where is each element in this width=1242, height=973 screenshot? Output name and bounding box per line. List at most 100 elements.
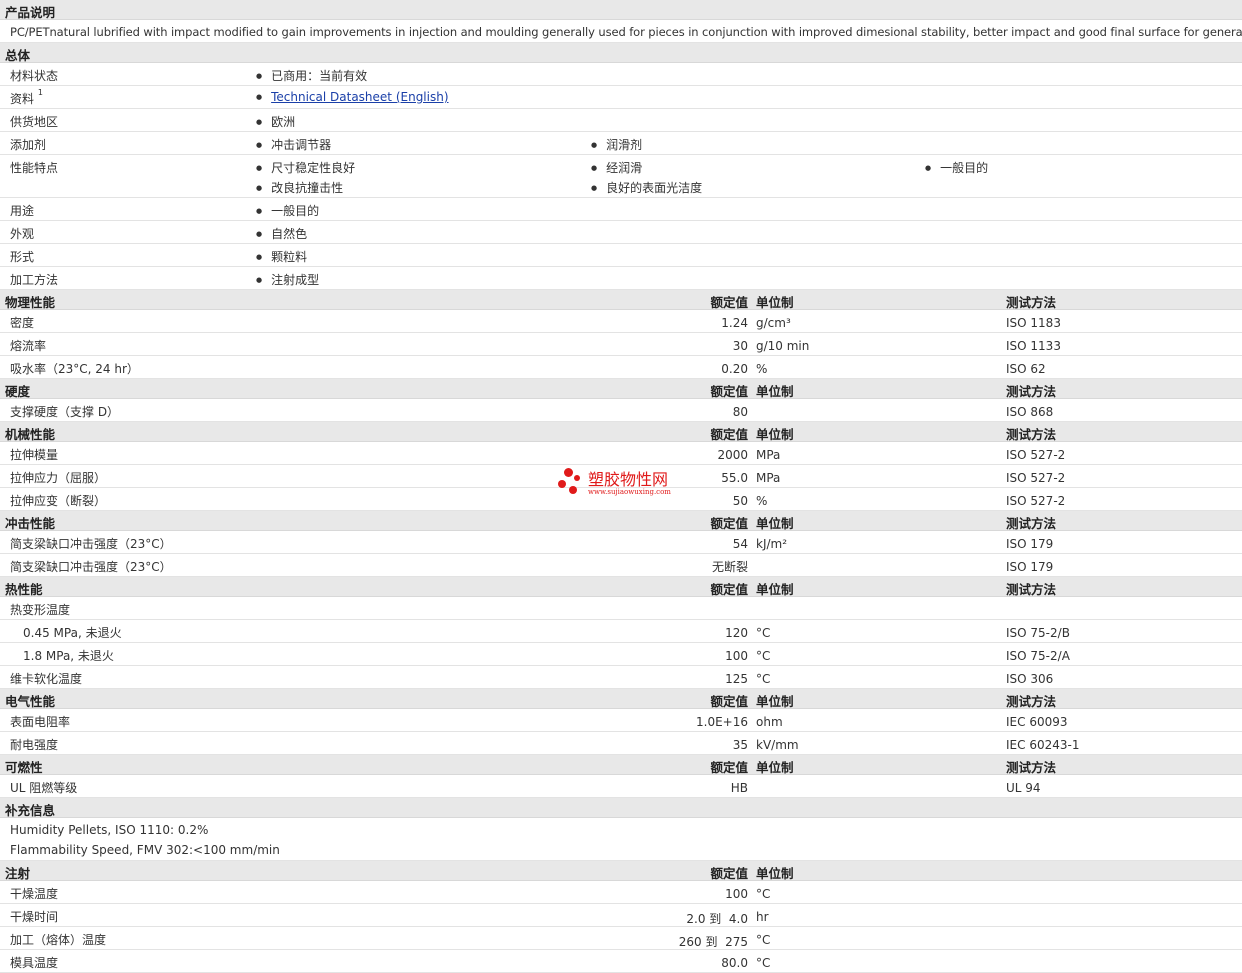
row-label: 用途 xyxy=(10,204,35,218)
section-title: 物理性能 xyxy=(5,295,56,310)
section-title: 注射 xyxy=(5,866,31,881)
property-row: 熔流率 30 g/10 min ISO 1133 xyxy=(0,333,1242,356)
property-row: 0.45 MPa, 未退火 120 °C ISO 75-2/B xyxy=(0,620,1242,643)
row-label: 供货地区 xyxy=(10,115,59,129)
datasheet-link[interactable]: Technical Datasheet (English) xyxy=(271,90,448,104)
feature-item: 一般目的 xyxy=(925,159,988,176)
property-value: 35 xyxy=(732,738,748,752)
general-row-features: 性能特点 尺寸稳定性良好 经润滑 一般目的 改良抗撞击性 良好的表面光洁度 xyxy=(0,155,1242,198)
section-title: 热性能 xyxy=(5,582,43,597)
property-unit: °C xyxy=(756,887,771,901)
header-unit: 单位制 xyxy=(756,694,794,709)
general-row-status: 材料状态 已商用：当前有效 xyxy=(0,63,1242,86)
material-status: 已商用：当前有效 xyxy=(256,67,367,84)
property-test: IEC 60093 xyxy=(1006,715,1068,729)
header-unit: 单位制 xyxy=(756,427,794,442)
feature-item: 经润滑 xyxy=(591,159,642,176)
header-test: 测试方法 xyxy=(1006,760,1057,775)
watermark-dot xyxy=(558,480,566,488)
property-row: 1.8 MPa, 未退火 100 °C ISO 75-2/A xyxy=(0,643,1242,666)
header-unit: 单位制 xyxy=(756,516,794,531)
header-test: 测试方法 xyxy=(1006,295,1057,310)
header-unit: 单位制 xyxy=(756,866,794,881)
property-label: 耐电强度 xyxy=(10,738,59,752)
general-row-use: 用途 一般目的 xyxy=(0,198,1242,221)
property-row: 维卡软化温度 125 °C ISO 306 xyxy=(0,666,1242,689)
property-value: 54 xyxy=(732,537,748,551)
row-label: 形式 xyxy=(10,250,35,264)
section-mechanical: 机械性能 额定值 单位制 测试方法 xyxy=(0,422,1242,442)
property-value: 1.0E+16 xyxy=(696,715,748,729)
row-label: 性能特点 xyxy=(10,161,59,175)
property-unit: °C xyxy=(756,672,771,686)
property-label: 熔流率 xyxy=(10,339,47,353)
header-test: 测试方法 xyxy=(1006,427,1057,442)
section-impact: 冲击性能 额定值 单位制 测试方法 xyxy=(0,511,1242,531)
property-value: 1.24 xyxy=(721,316,748,330)
section-title: 补充信息 xyxy=(5,803,56,818)
header-value: 额定值 xyxy=(710,427,748,442)
property-unit: g/10 min xyxy=(756,339,810,353)
property-unit: kV/mm xyxy=(756,738,799,752)
feature-item: 良好的表面光洁度 xyxy=(591,179,702,196)
property-row: 简支梁缺口冲击强度（23°C） 54 kJ/m² ISO 179 xyxy=(0,531,1242,554)
form-value: 颗粒料 xyxy=(256,248,307,265)
property-row: 耐电强度 35 kV/mm IEC 60243-1 xyxy=(0,732,1242,755)
property-row: 干燥温度 100 °C xyxy=(0,881,1242,904)
property-value: 0.20 xyxy=(721,362,748,376)
property-unit: % xyxy=(756,362,768,376)
property-label: 拉伸应力（屈服） xyxy=(10,471,107,485)
row-label: 资料 1 xyxy=(10,88,43,106)
section-hardness: 硬度 额定值 单位制 测试方法 xyxy=(0,379,1242,399)
property-test: ISO 179 xyxy=(1006,560,1054,574)
property-value: 80 xyxy=(732,405,748,419)
method-value: 注射成型 xyxy=(256,271,319,288)
property-test: ISO 62 xyxy=(1006,362,1046,376)
general-row-region: 供货地区 欧洲 xyxy=(0,109,1242,132)
property-test: ISO 1183 xyxy=(1006,316,1061,330)
property-row: 支撑硬度（支撑 D） 80 ISO 868 xyxy=(0,399,1242,422)
header-value: 额定值 xyxy=(710,694,748,709)
property-value: 100 xyxy=(725,887,748,901)
row-label: 加工方法 xyxy=(10,273,59,287)
row-label: 材料状态 xyxy=(10,69,59,83)
property-unit: MPa xyxy=(756,471,781,485)
section-title: 电气性能 xyxy=(5,694,56,709)
property-row: 加工（熔体）温度 260 到 275 °C xyxy=(0,927,1242,950)
property-label: 拉伸应变（断裂） xyxy=(10,494,107,508)
property-label: 维卡软化温度 xyxy=(10,672,83,686)
property-unit: MPa xyxy=(756,448,781,462)
watermark-dot xyxy=(569,486,577,494)
property-label: 密度 xyxy=(10,316,35,330)
property-value: 2.0 到 4.0 xyxy=(686,912,748,926)
property-value: 50 xyxy=(732,494,748,508)
property-test: ISO 306 xyxy=(1006,672,1054,686)
watermark-text: 塑胶物性网 xyxy=(588,470,669,489)
feature-item: 尺寸稳定性良好 xyxy=(256,159,355,176)
property-test: ISO 527-2 xyxy=(1006,494,1066,508)
property-label: 吸水率（23°C, 24 hr） xyxy=(10,362,139,376)
property-label: UL 阻燃等级 xyxy=(10,781,78,795)
section-injection: 注射 额定值 单位制 xyxy=(0,861,1242,881)
header-test: 测试方法 xyxy=(1006,694,1057,709)
property-unit: g/cm³ xyxy=(756,316,791,330)
property-label: 支撑硬度（支撑 D） xyxy=(10,405,120,419)
header-unit: 单位制 xyxy=(756,295,794,310)
property-row: 表面电阻率 1.0E+16 ohm IEC 60093 xyxy=(0,709,1242,732)
property-row: UL 阻燃等级 HB UL 94 xyxy=(0,775,1242,798)
datasheet-item: Technical Datasheet (English) xyxy=(256,90,448,104)
property-row: 简支梁缺口冲击强度（23°C） 无断裂 ISO 179 xyxy=(0,554,1242,577)
additive-item: 润滑剂 xyxy=(591,136,642,153)
watermark-dot xyxy=(564,468,573,477)
property-unit: hr xyxy=(756,910,769,924)
property-row: 模具温度 80.0 °C xyxy=(0,950,1242,973)
property-value: 120 xyxy=(725,626,748,640)
header-unit: 单位制 xyxy=(756,760,794,775)
property-value: 260 到 275 xyxy=(678,935,748,949)
description-row: PC/PETnatural lubrified with impact modi… xyxy=(0,20,1242,43)
section-flammability: 可燃性 额定值 单位制 测试方法 xyxy=(0,755,1242,775)
header-test: 测试方法 xyxy=(1006,582,1057,597)
property-value: 55.0 xyxy=(721,471,748,485)
section-supplement: 补充信息 xyxy=(0,798,1242,818)
appearance-value: 自然色 xyxy=(256,225,307,242)
